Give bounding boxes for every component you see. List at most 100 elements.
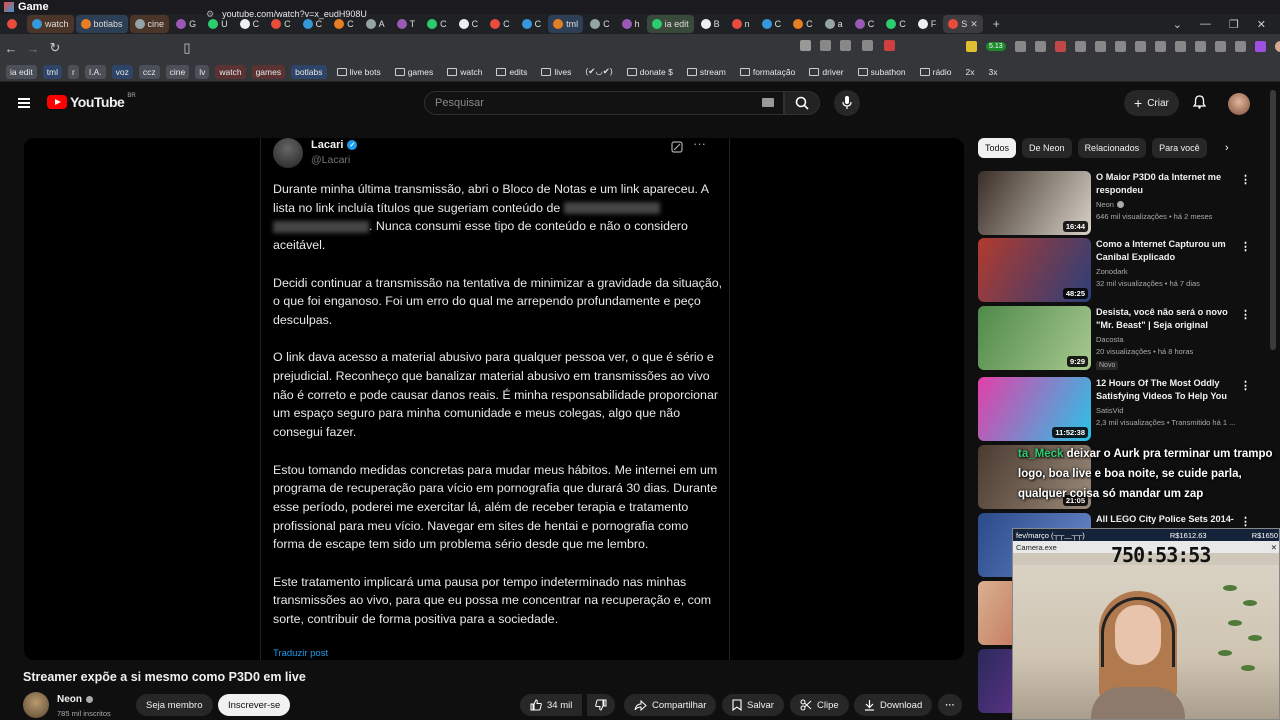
- back-icon[interactable]: ←: [0, 41, 22, 56]
- save-button[interactable]: Salvar: [722, 694, 784, 716]
- bookmark-item[interactable]: botlabs: [291, 64, 327, 79]
- video-thumbnail[interactable]: 11:52:38: [978, 377, 1091, 441]
- browser-tab[interactable]: G: [171, 15, 201, 33]
- extension-icon[interactable]: [1154, 41, 1166, 52]
- shield-icon[interactable]: [840, 40, 851, 51]
- video-title[interactable]: O Maior P3D0 da Internet me respondeu: [1096, 171, 1236, 196]
- maximize-icon[interactable]: ❐: [1229, 18, 1239, 31]
- filter-chip[interactable]: De Neon: [1022, 138, 1072, 158]
- bookmark-item[interactable]: watch: [443, 65, 486, 79]
- bookmark-item[interactable]: stream: [683, 65, 730, 79]
- bookmark-item[interactable]: watch: [215, 64, 246, 79]
- profile-icon[interactable]: [1274, 41, 1280, 52]
- more-icon[interactable]: ⋮: [1240, 173, 1251, 186]
- filter-chip[interactable]: Todos: [978, 138, 1017, 158]
- video-thumbnail[interactable]: 48:25: [978, 238, 1091, 302]
- site-info-icon[interactable]: ⚙: [206, 9, 214, 20]
- bookmark-item[interactable]: 3x: [985, 65, 1002, 79]
- voice-search-button[interactable]: [834, 90, 860, 116]
- video-title[interactable]: All LEGO City Police Sets 2014-: [1096, 513, 1236, 526]
- channel-name[interactable]: Neon: [57, 694, 93, 705]
- video-thumbnail[interactable]: 9:29: [978, 306, 1091, 370]
- video-channel[interactable]: Dacosta: [1096, 335, 1124, 344]
- warning-icon[interactable]: [884, 40, 895, 51]
- chevron-right-icon[interactable]: ›: [1225, 142, 1229, 154]
- extension-icon[interactable]: [1074, 41, 1086, 52]
- bookmark-item[interactable]: games: [251, 64, 286, 79]
- extension-icon[interactable]: [1094, 41, 1106, 52]
- browser-tab[interactable]: C: [881, 15, 911, 33]
- extension-icon[interactable]: [1234, 41, 1246, 52]
- browser-tab[interactable]: cine: [129, 15, 170, 33]
- url-field[interactable]: ⚙ youtube.com/watch?v=x_eudH908U: [206, 3, 806, 25]
- filter-chip[interactable]: Relacionados: [1077, 138, 1147, 158]
- more-icon[interactable]: ⋮: [1240, 379, 1251, 392]
- new-tab-icon[interactable]: +: [993, 17, 1000, 31]
- extension-icon[interactable]: [966, 41, 977, 52]
- star-icon[interactable]: [862, 40, 873, 51]
- filter-chip[interactable]: Para você: [1152, 138, 1207, 158]
- recommended-video[interactable]: 16:44 O Maior P3D0 da Internet me respond…: [978, 171, 1266, 235]
- install-icon[interactable]: [800, 40, 811, 51]
- share-icon[interactable]: [820, 40, 831, 51]
- extension-icon[interactable]: [1054, 41, 1066, 52]
- bookmark-item[interactable]: games: [391, 65, 438, 79]
- browser-tab[interactable]: a: [820, 15, 848, 33]
- close-icon[interactable]: ✕: [1271, 543, 1277, 552]
- bookmark-item[interactable]: r: [68, 64, 79, 79]
- more-icon[interactable]: ⋮: [1240, 308, 1251, 321]
- download-button[interactable]: Download: [854, 694, 933, 716]
- youtube-logo[interactable]: YouTube BR: [47, 93, 136, 110]
- dislike-button[interactable]: [587, 694, 615, 716]
- browser-tab[interactable]: F: [913, 15, 942, 33]
- bookmark-item[interactable]: ia edit: [6, 64, 37, 79]
- bookmark-item[interactable]: tml: [42, 64, 63, 79]
- recommended-video[interactable]: 9:29 Desista, você não será o novo "Mr. B…: [978, 306, 1266, 370]
- bookmark-item[interactable]: formatação: [736, 65, 800, 79]
- browser-tab[interactable]: botlabs: [75, 15, 128, 33]
- like-button[interactable]: 34 mil: [520, 694, 583, 716]
- extension-icon[interactable]: [1174, 41, 1186, 52]
- bookmark-item[interactable]: ccz: [138, 64, 160, 79]
- bookmark-item[interactable]: donate $: [623, 65, 677, 79]
- more-icon[interactable]: ⋮: [1240, 515, 1251, 528]
- bookmark-item[interactable]: (✔◡✔): [581, 64, 616, 79]
- share-button[interactable]: Compartilhar: [624, 694, 717, 716]
- more-icon[interactable]: ⋮: [1240, 240, 1251, 253]
- more-actions-button[interactable]: ···: [938, 694, 962, 716]
- forward-icon[interactable]: →: [22, 41, 44, 56]
- browser-tab[interactable]: S ✕: [943, 15, 983, 33]
- video-title[interactable]: 12 Hours Of The Most Oddly Satisfying Vi…: [1096, 377, 1236, 403]
- bookmark-item[interactable]: live bots: [333, 65, 385, 79]
- bookmark-item[interactable]: rádio: [916, 65, 956, 79]
- video-player[interactable]: Lacari ✓ @Lacari ··· Durante minha última…: [24, 138, 964, 660]
- video-thumbnail[interactable]: 16:44: [978, 171, 1091, 235]
- reload-icon[interactable]: ↻: [44, 40, 66, 56]
- video-channel[interactable]: Neon: [1096, 200, 1124, 209]
- search-input[interactable]: Pesquisar: [424, 91, 784, 115]
- clip-button[interactable]: Clipe: [790, 694, 849, 716]
- browser-tab[interactable]: C: [850, 15, 880, 33]
- browser-tab[interactable]: [2, 15, 25, 33]
- extension-icon[interactable]: [1254, 41, 1266, 52]
- join-button[interactable]: Seja membro: [136, 694, 213, 716]
- extension-icon[interactable]: [1194, 41, 1206, 52]
- notifications-icon[interactable]: [1192, 95, 1207, 112]
- bookmark-item[interactable]: lives: [537, 65, 575, 79]
- bookmark-item[interactable]: voz: [111, 64, 133, 79]
- recommended-video[interactable]: 11:52:38 12 Hours Of The Most Oddly Satis…: [978, 377, 1266, 441]
- bookmark-item[interactable]: subathon: [854, 65, 910, 79]
- video-channel[interactable]: SatisVid: [1096, 406, 1123, 415]
- video-title[interactable]: Como a Internet Capturou um Canibal Expl…: [1096, 238, 1236, 263]
- scrollbar[interactable]: [1270, 90, 1276, 350]
- video-channel[interactable]: Zonodark: [1096, 267, 1128, 276]
- menu-icon[interactable]: [18, 98, 30, 108]
- tab-search-icon[interactable]: ⌄: [1173, 18, 1182, 31]
- bookmark-item[interactable]: 2x: [962, 65, 979, 79]
- extension-badge[interactable]: 5.13: [986, 42, 1006, 51]
- recommended-video[interactable]: 48:25 Como a Internet Capturou um Canibal…: [978, 238, 1266, 302]
- extension-icon[interactable]: [1034, 41, 1046, 52]
- account-avatar[interactable]: [1228, 93, 1250, 115]
- channel-avatar[interactable]: [23, 692, 49, 718]
- extension-icon[interactable]: [1214, 41, 1226, 52]
